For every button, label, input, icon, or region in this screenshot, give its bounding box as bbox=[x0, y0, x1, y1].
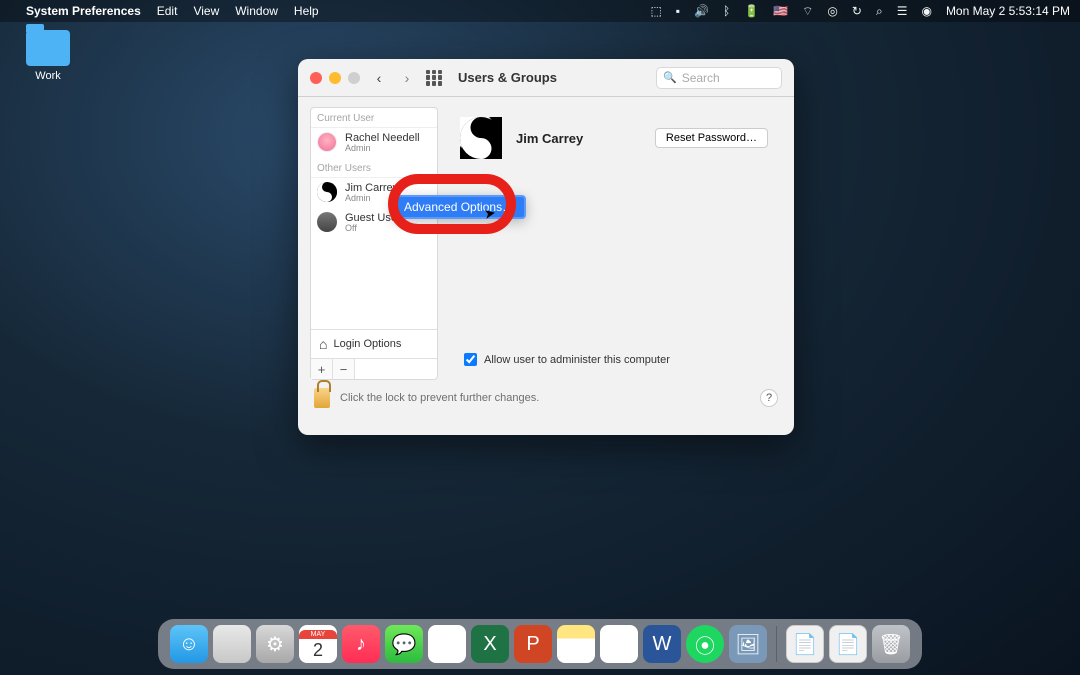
lock-row: Click the lock to prevent further change… bbox=[298, 380, 794, 416]
preferences-window: ‹ › Users & Groups 🔍 Search Current User… bbox=[298, 59, 794, 435]
back-button[interactable]: ‹ bbox=[370, 68, 388, 88]
show-all-button[interactable] bbox=[426, 70, 442, 86]
siri-icon[interactable]: ◉ bbox=[921, 4, 931, 18]
dock-notes[interactable] bbox=[557, 625, 595, 663]
user-role: Off bbox=[345, 224, 401, 234]
sidebar-user-current[interactable]: Rachel Needell Admin bbox=[311, 128, 437, 158]
dock-preview[interactable]: 🖼 bbox=[729, 625, 767, 663]
cursor-icon: ➤ bbox=[483, 204, 498, 223]
login-options-label: Login Options bbox=[333, 338, 401, 350]
dock-separator bbox=[776, 626, 777, 662]
detail-user-name: Jim Carrey bbox=[516, 131, 583, 146]
dock-messages[interactable]: 💬 bbox=[385, 625, 423, 663]
bluetooth-icon[interactable]: ᛒ bbox=[723, 4, 730, 18]
user-icon[interactable]: ◎ bbox=[827, 4, 837, 18]
detail-avatar[interactable] bbox=[460, 117, 502, 159]
menu-edit[interactable]: Edit bbox=[157, 4, 178, 18]
remove-user-button[interactable]: − bbox=[333, 359, 355, 379]
desktop-folder-work[interactable]: Work bbox=[18, 30, 78, 82]
search-input[interactable]: 🔍 Search bbox=[656, 67, 782, 89]
dock-recent-file-1[interactable]: 📄 bbox=[786, 625, 824, 663]
dock-slack[interactable]: ✱ bbox=[600, 625, 638, 663]
dock-recent-file-2[interactable]: 📄 bbox=[829, 625, 867, 663]
spotlight-icon[interactable]: ⌕ bbox=[876, 4, 883, 19]
lock-icon[interactable] bbox=[314, 388, 330, 408]
home-icon: ⌂ bbox=[319, 336, 327, 352]
dock-launchpad[interactable] bbox=[213, 625, 251, 663]
dock-spotify[interactable]: ⦿ bbox=[686, 625, 724, 663]
search-icon: 🔍 bbox=[663, 71, 677, 84]
login-options[interactable]: ⌂ Login Options bbox=[311, 329, 437, 358]
dock-excel[interactable]: X bbox=[471, 625, 509, 663]
context-menu-advanced-options[interactable]: Advanced Options… bbox=[392, 195, 526, 219]
users-sidebar: Current User Rachel Needell Admin Other … bbox=[310, 107, 438, 380]
traffic-lights bbox=[310, 72, 360, 84]
lock-text: Click the lock to prevent further change… bbox=[340, 392, 539, 404]
app-menu[interactable]: System Preferences bbox=[26, 4, 141, 18]
add-user-button[interactable]: + bbox=[311, 359, 333, 379]
dock-word[interactable]: W bbox=[643, 625, 681, 663]
save-icon[interactable]: ▪ bbox=[676, 4, 680, 18]
volume-icon[interactable]: 🔊 bbox=[694, 4, 709, 18]
user-detail-panel: Jim Carrey Reset Password… Allow user to… bbox=[446, 107, 782, 380]
menu-view[interactable]: View bbox=[193, 4, 219, 18]
zoom-button bbox=[348, 72, 360, 84]
reset-password-button[interactable]: Reset Password… bbox=[655, 128, 768, 148]
menubar: System Preferences Edit View Window Help… bbox=[0, 0, 1080, 22]
dock-chrome[interactable]: ◉ bbox=[428, 625, 466, 663]
dock-music[interactable]: ♪ bbox=[342, 625, 380, 663]
admin-checkbox-label: Allow user to administer this computer bbox=[484, 354, 670, 366]
window-titlebar: ‹ › Users & Groups 🔍 Search bbox=[298, 59, 794, 97]
window-title: Users & Groups bbox=[458, 70, 557, 85]
dock-calendar[interactable]: MAY2 bbox=[299, 625, 337, 663]
add-remove-bar: + − bbox=[311, 358, 437, 379]
menubar-clock[interactable]: Mon May 2 5:53:14 PM bbox=[946, 4, 1070, 18]
minimize-button[interactable] bbox=[329, 72, 341, 84]
user-role: Admin bbox=[345, 194, 398, 204]
close-button[interactable] bbox=[310, 72, 322, 84]
admin-checkbox-row[interactable]: Allow user to administer this computer bbox=[464, 353, 670, 366]
flag-icon[interactable]: 🇺🇸 bbox=[773, 4, 788, 18]
dock-powerpoint[interactable]: P bbox=[514, 625, 552, 663]
forward-button: › bbox=[398, 68, 416, 88]
menu-window[interactable]: Window bbox=[235, 4, 278, 18]
current-user-header: Current User bbox=[311, 108, 437, 128]
dock-trash[interactable]: 🗑 bbox=[872, 625, 910, 663]
dock-finder[interactable]: ☺ bbox=[170, 625, 208, 663]
battery-icon[interactable]: 🔋 bbox=[744, 4, 759, 18]
menu-help[interactable]: Help bbox=[294, 4, 319, 18]
admin-checkbox[interactable] bbox=[464, 353, 477, 366]
avatar bbox=[317, 182, 337, 202]
other-users-header: Other Users bbox=[311, 158, 437, 178]
search-placeholder: Search bbox=[682, 71, 720, 85]
avatar bbox=[317, 132, 337, 152]
dock-system-preferences[interactable]: ⚙ bbox=[256, 625, 294, 663]
folder-icon bbox=[26, 30, 70, 66]
help-button[interactable]: ? bbox=[760, 389, 778, 407]
clock-icon[interactable]: ↻ bbox=[852, 4, 862, 18]
folder-label: Work bbox=[35, 70, 60, 82]
control-center-icon[interactable]: ☰ bbox=[897, 4, 908, 18]
dropbox-icon[interactable]: ⬚ bbox=[650, 4, 661, 18]
wifi-icon[interactable]: ⌔ bbox=[802, 4, 813, 19]
user-role: Admin bbox=[345, 144, 420, 154]
avatar bbox=[317, 212, 337, 232]
dock: ☺ ⚙ MAY2 ♪ 💬 ◉ X P ✱ W ⦿ 🖼 📄 📄 🗑 bbox=[158, 619, 922, 669]
